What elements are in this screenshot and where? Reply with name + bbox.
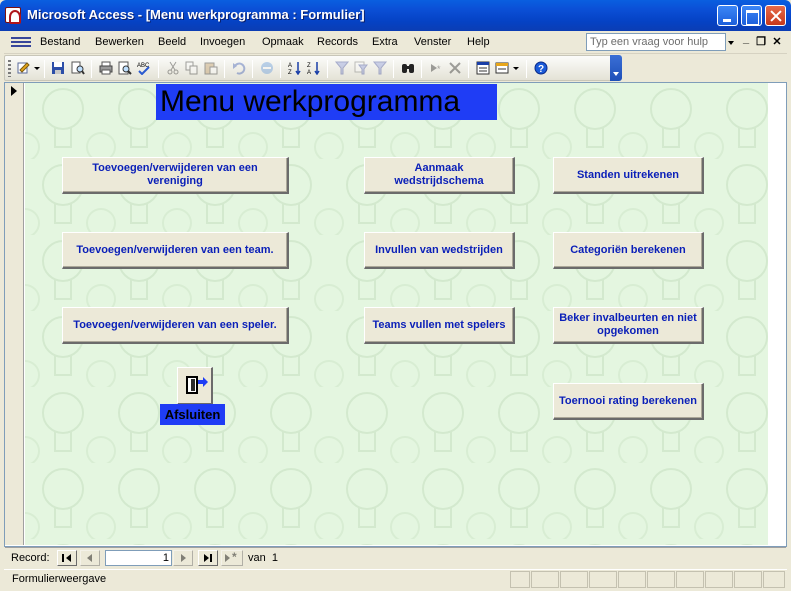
- menu-bewerken[interactable]: Bewerken: [95, 36, 144, 48]
- cut-icon[interactable]: [164, 59, 182, 77]
- menu-bestand[interactable]: Bestand: [40, 36, 80, 48]
- teams-vullen-button[interactable]: Teams vullen met spelers: [364, 307, 515, 344]
- first-record-button[interactable]: [57, 550, 77, 566]
- exit-label: Afsluiten: [160, 404, 225, 425]
- apply-filter-icon[interactable]: [371, 59, 389, 77]
- toolbar-options-button[interactable]: [610, 55, 622, 81]
- svg-text:Z: Z: [307, 63, 311, 69]
- status-bar: Formulierweergave: [4, 569, 787, 589]
- save-icon[interactable]: [49, 59, 67, 77]
- wedstrijdschema-button[interactable]: Aanmaak wedstrijdschema: [364, 157, 515, 194]
- help-icon[interactable]: ?: [532, 59, 550, 77]
- paste-icon[interactable]: [202, 59, 220, 77]
- categorien-button[interactable]: Categoriën berekenen: [553, 232, 704, 269]
- filter-by-selection-icon[interactable]: [333, 59, 351, 77]
- svg-text:?: ?: [538, 64, 544, 75]
- new-record-icon[interactable]: *: [427, 59, 445, 77]
- svg-text:A: A: [307, 70, 311, 75]
- total-records: 1: [271, 552, 278, 564]
- sort-ascending-icon[interactable]: AZ: [286, 59, 304, 77]
- form-document-icon[interactable]: [11, 35, 31, 49]
- svg-text:Z: Z: [288, 70, 292, 75]
- sort-descending-icon[interactable]: ZA: [305, 59, 323, 77]
- filter-by-form-icon[interactable]: [352, 59, 370, 77]
- window-title: Microsoft Access - [Menu werkprogramma :…: [27, 7, 365, 22]
- mdi-minimize-button[interactable]: _: [740, 33, 752, 45]
- properties-icon[interactable]: [474, 59, 492, 77]
- previous-record-button[interactable]: [80, 550, 100, 566]
- toernooi-rating-button[interactable]: Toernooi rating berekenen: [553, 383, 704, 420]
- menu-bar: Bestand Bewerken Beeld Invoegen Opmaak R…: [4, 31, 787, 54]
- menu-help[interactable]: Help: [467, 36, 490, 48]
- menu-opmaak[interactable]: Opmaak: [262, 36, 304, 48]
- mdi-restore-button[interactable]: ❐: [755, 35, 767, 48]
- title-bar[interactable]: Microsoft Access - [Menu werkprogramma :…: [0, 0, 791, 31]
- minimize-button[interactable]: [717, 5, 738, 26]
- hyperlink-icon[interactable]: [258, 59, 276, 77]
- view-dropdown-icon[interactable]: [33, 59, 41, 77]
- svg-text:*: *: [437, 64, 441, 74]
- mdi-close-button[interactable]: ✕: [771, 35, 783, 48]
- speler-button[interactable]: Toevoegen/verwijderen van een speler.: [62, 307, 289, 344]
- maximize-button[interactable]: [741, 5, 762, 26]
- menu-records[interactable]: Records: [317, 36, 358, 48]
- exit-door-icon: [186, 376, 198, 394]
- team-button[interactable]: Toevoegen/verwijderen van een team.: [62, 232, 289, 269]
- standen-button[interactable]: Standen uitrekenen: [553, 157, 704, 194]
- copy-icon[interactable]: [183, 59, 201, 77]
- menu-invoegen[interactable]: Invoegen: [200, 36, 245, 48]
- file-search-icon[interactable]: [69, 59, 87, 77]
- new-record-nav-button[interactable]: *: [221, 550, 243, 566]
- record-selector[interactable]: [5, 83, 24, 545]
- form-view-toolbar: ABC AZ ZA * ?: [4, 55, 616, 81]
- last-record-button[interactable]: [198, 550, 218, 566]
- invullen-wedstrijden-button[interactable]: Invullen van wedstrijden: [364, 232, 515, 269]
- database-window-icon[interactable]: [493, 59, 511, 77]
- form-detail-section: Menu werkprogramma Toevoegen/verwijderen…: [25, 83, 768, 545]
- svg-text:A: A: [288, 63, 292, 69]
- exit-button[interactable]: [177, 367, 213, 405]
- help-question-input[interactable]: Typ een vraag voor hulp: [586, 33, 726, 51]
- print-icon[interactable]: [97, 59, 115, 77]
- close-button[interactable]: [765, 5, 786, 26]
- print-preview-icon[interactable]: [116, 59, 134, 77]
- resize-grip[interactable]: [763, 571, 785, 588]
- find-icon[interactable]: [399, 59, 417, 77]
- new-object-dropdown-icon[interactable]: [512, 59, 522, 77]
- form-right-margin: [768, 83, 786, 545]
- beker-button[interactable]: Beker invalbeurten en niet opgekomen: [553, 307, 704, 344]
- status-text: Formulierweergave: [12, 573, 107, 585]
- next-record-button[interactable]: [173, 550, 193, 566]
- exit-arrow-icon: [198, 377, 208, 387]
- spelling-icon[interactable]: ABC: [135, 59, 153, 77]
- form-heading: Menu werkprogramma: [156, 84, 497, 120]
- record-label: Record:: [11, 552, 50, 564]
- record-number-input[interactable]: 1: [105, 550, 172, 566]
- view-icon[interactable]: [15, 59, 33, 77]
- menu-beeld[interactable]: Beeld: [158, 36, 186, 48]
- delete-record-icon[interactable]: [446, 59, 464, 77]
- access-app-icon[interactable]: [5, 7, 21, 24]
- undo-icon[interactable]: [230, 59, 248, 77]
- toolbar-grip[interactable]: [8, 60, 11, 77]
- record-of-label: van 1: [248, 552, 278, 564]
- menu-venster[interactable]: Venster: [414, 36, 451, 48]
- vereniging-button[interactable]: Toevoegen/verwijderen van een vereniging: [62, 157, 289, 194]
- current-record-arrow-icon: [11, 86, 17, 96]
- help-dropdown-arrow-icon[interactable]: [726, 33, 736, 51]
- menu-extra[interactable]: Extra: [372, 36, 398, 48]
- record-navigation-bar: Record: 1 * van 1: [5, 547, 786, 568]
